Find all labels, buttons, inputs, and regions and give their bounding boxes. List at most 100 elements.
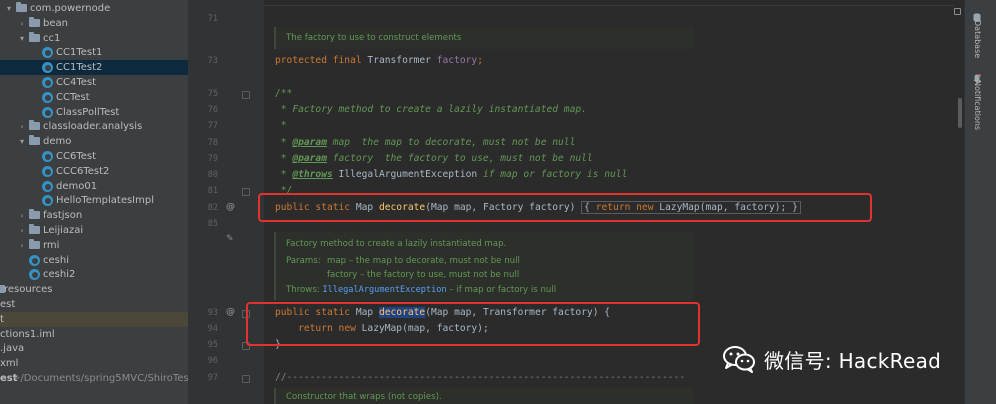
code-line-80[interactable]: * @throws IllegalArgumentException if ma…	[275, 169, 628, 180]
tree-item[interactable]: t	[0, 311, 188, 327]
tree-item[interactable]: HelloTemplatesImpl	[0, 193, 188, 208]
tree-item[interactable]: CCTest	[0, 90, 188, 105]
line-number: 75	[207, 89, 218, 99]
chevron-down-icon[interactable]: ▾	[17, 31, 27, 46]
override-at-icon[interactable]: @	[226, 307, 235, 317]
tree-item-label: ceshi	[43, 254, 69, 266]
folder-icon	[29, 209, 40, 220]
code-line-76[interactable]: * Factory method to create a lazily inst…	[275, 104, 587, 115]
fold-marker-icon[interactable]	[242, 375, 250, 383]
vertical-scrollbar[interactable]	[954, 0, 962, 404]
line-number: 93	[207, 308, 218, 318]
tree-item[interactable]: ceshi	[0, 253, 188, 268]
code-line-97[interactable]: //--------------------------------------…	[275, 372, 685, 383]
tree-item[interactable]: › rmi	[0, 238, 188, 253]
tree-item-label: demo	[43, 136, 72, 148]
tree-item[interactable]: › classloader.analysis	[0, 119, 188, 134]
tree-item-path: ~/Documents/spring5MVC/ShiroTest	[12, 373, 188, 384]
semicolon: ;	[477, 55, 483, 66]
folder-icon	[29, 31, 40, 42]
tree-item[interactable]: ctions1.iml	[0, 327, 188, 342]
comment-text: if map or factory is null	[477, 169, 628, 180]
line-number: 71	[207, 14, 218, 24]
java-class-icon	[42, 106, 53, 118]
database-icon[interactable]	[973, 7, 981, 22]
tree-item[interactable]: est ~/Documents/spring5MVC/ShiroTest	[0, 371, 188, 386]
folder-icon	[29, 238, 40, 249]
tree-item[interactable]: › bean	[0, 16, 188, 31]
code-line-78[interactable]: * @param map the map to decorate, must n…	[275, 137, 576, 148]
chevron-right-icon[interactable]: ›	[17, 223, 27, 238]
tree-item[interactable]: CCC6Test2	[0, 164, 188, 179]
tree-item[interactable]: ceshi2	[0, 267, 188, 282]
chevron-down-icon[interactable]: ▾	[17, 134, 27, 149]
notifications-tab[interactable]: Notifications	[973, 80, 982, 130]
tree-item[interactable]: CC1Test2	[0, 60, 188, 76]
chevron-down-icon[interactable]: ▾	[4, 1, 14, 16]
code-line-73[interactable]: protected final Transformer factory;	[275, 55, 483, 66]
wechat-icon	[722, 345, 756, 373]
inspection-icon[interactable]	[954, 8, 961, 15]
comment-prefix: *	[275, 153, 293, 164]
scrollbar-thumb[interactable]	[958, 98, 962, 128]
tree-item-label: HelloTemplatesImpl	[56, 195, 155, 207]
tree-item[interactable]: resources	[0, 282, 188, 297]
chevron-right-icon[interactable]: ›	[17, 16, 27, 31]
tree-item-label: ClassPollTest	[56, 106, 120, 118]
highlight-box	[258, 193, 872, 222]
tree-item[interactable]: demo01	[0, 179, 188, 194]
doc-summary: Factory method to create a lazily instan…	[286, 239, 507, 249]
tree-item-label: t	[0, 313, 4, 325]
tree-item[interactable]: xml	[0, 356, 188, 371]
fold-marker-icon[interactable]	[242, 91, 250, 99]
line-number: 81	[207, 186, 218, 196]
doc-text: The factory to use to construct elements	[286, 33, 462, 43]
tree-item[interactable]: CC1Test1	[0, 45, 188, 60]
java-class-icon	[42, 62, 53, 74]
tree-item[interactable]: ClassPollTest	[0, 105, 188, 120]
code-line-79[interactable]: * @param factory the factory to use, mus…	[275, 153, 593, 164]
line-number: 76	[207, 105, 218, 115]
tree-item[interactable]: › fastjson	[0, 208, 188, 223]
chevron-right-icon[interactable]: ›	[17, 119, 27, 134]
javadoc-tag: @param	[292, 137, 327, 148]
pencil-icon[interactable]: ✎	[226, 234, 234, 244]
line-number: 85	[207, 219, 218, 229]
java-class-icon	[42, 195, 53, 207]
tree-item[interactable]: › Leijiazai	[0, 223, 188, 238]
watermark: 微信号: HackRead	[722, 342, 941, 376]
highlight-box	[246, 302, 700, 346]
line-number: 82	[207, 203, 218, 213]
tree-item-label: classloader.analysis	[43, 121, 143, 133]
doc-throws-label: Throws:	[286, 285, 320, 295]
database-tab[interactable]: Database	[973, 20, 982, 58]
tree-item[interactable]: CC4Test	[0, 75, 188, 90]
tree-item[interactable]: ▾ demo	[0, 134, 188, 149]
project-tree[interactable]: ▾ com.powernode › bean ▾ cc1 CC1Test1 CC1Test2 C…	[0, 0, 188, 404]
fold-marker-icon[interactable]	[242, 188, 250, 196]
tree-item-label: resources	[4, 284, 53, 296]
code-line-75[interactable]: /**	[275, 88, 292, 99]
doc-link[interactable]: IllegalArgumentException	[322, 285, 446, 295]
tree-item-label: ctions1.iml	[0, 328, 55, 340]
tree-item-label: CCTest	[56, 91, 90, 103]
code-line-77[interactable]: *	[275, 120, 287, 131]
override-at-icon[interactable]: @	[226, 202, 235, 212]
line-number: 94	[207, 324, 218, 334]
tree-item[interactable]: ▾ com.powernode	[0, 1, 188, 16]
tree-item-label: com.powernode	[30, 3, 111, 14]
tree-item[interactable]: ▾ cc1	[0, 31, 188, 46]
bell-icon[interactable]	[973, 68, 981, 83]
tree-item[interactable]: .java	[0, 341, 188, 356]
tree-item[interactable]: est	[0, 297, 188, 312]
comment-text: map the map to decorate, must not be nul…	[326, 137, 576, 148]
right-tool-strip	[964, 0, 996, 404]
folder-icon	[16, 2, 27, 12]
tree-item[interactable]: CC6Test	[0, 149, 188, 164]
java-class-icon	[29, 269, 40, 281]
chevron-right-icon[interactable]: ›	[17, 208, 27, 223]
doc-param: factory – the factory to use, must not b…	[327, 270, 520, 280]
doc-throws: Throws: IllegalArgumentException – if ma…	[286, 285, 556, 295]
chevron-right-icon[interactable]: ›	[17, 238, 27, 253]
tree-item-label: .java	[0, 343, 25, 355]
